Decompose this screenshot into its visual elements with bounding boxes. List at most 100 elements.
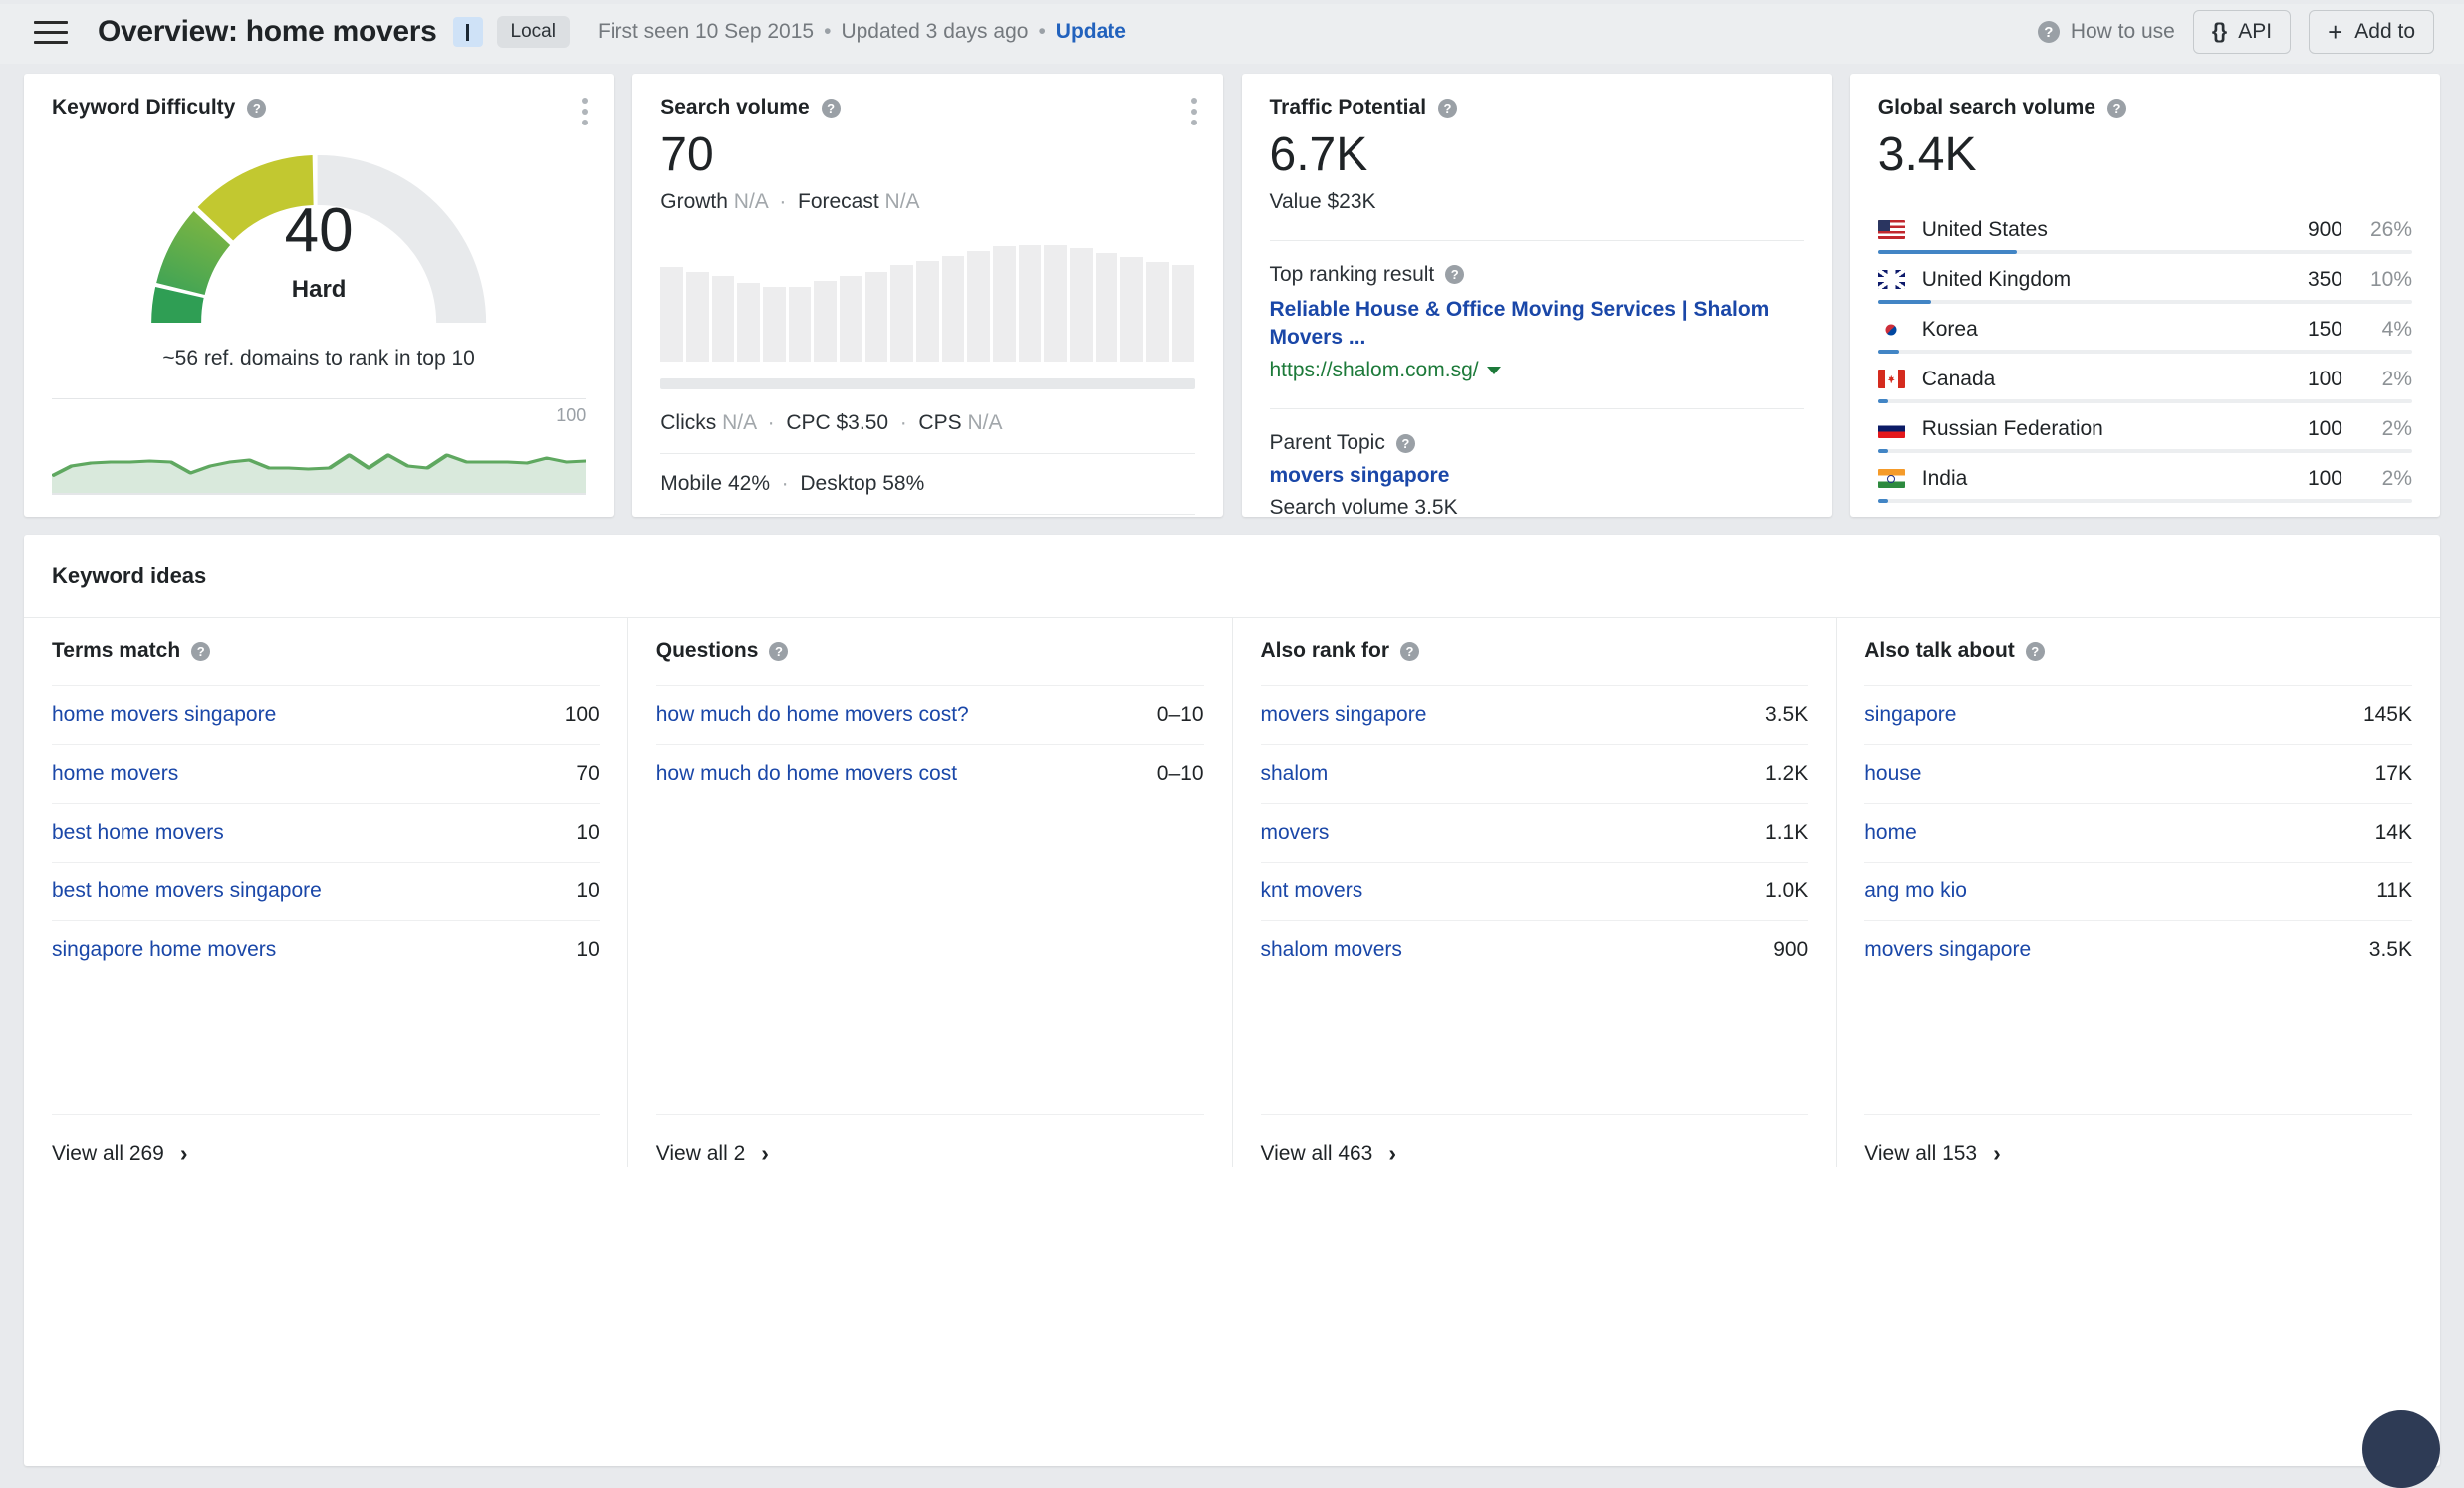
keyword-volume-value: 3.5K — [1765, 703, 1808, 727]
parent-topic-link[interactable]: movers singapore — [1270, 464, 1804, 488]
search-volume-bar[interactable] — [942, 256, 965, 362]
keyword-row[interactable]: movers singapore 3.5K — [1261, 685, 1809, 744]
view-all-link[interactable]: View all 2› — [656, 1114, 1204, 1167]
view-all-link[interactable]: View all 463› — [1261, 1114, 1809, 1167]
keyword-ideas-column-body: movers singapore 3.5K shalom1.2Kmovers1.1K… — [1261, 685, 1809, 1114]
country-row[interactable]: United States90026% — [1878, 218, 2412, 254]
column-heading-label: Also rank for — [1261, 639, 1390, 663]
keyword-row[interactable]: home14K — [1864, 803, 2412, 862]
keyword-term-link[interactable]: how much do home movers cost — [656, 762, 957, 786]
country-percent: 2% — [2342, 417, 2412, 441]
search-volume-bar[interactable] — [789, 287, 812, 361]
search-volume-bar[interactable] — [686, 272, 709, 362]
support-chat-button[interactable] — [2362, 1410, 2440, 1466]
keyword-term-link[interactable]: movers singapore — [1864, 938, 2031, 962]
keyword-term-link[interactable]: how much do home movers cost? — [656, 703, 969, 727]
search-volume-bar[interactable] — [967, 251, 990, 362]
country-flag-chip[interactable] — [453, 17, 483, 47]
search-volume-bar[interactable] — [660, 267, 683, 362]
search-volume-bar[interactable] — [865, 272, 888, 362]
top-ranking-result-url[interactable]: https://shalom.com.sg/ — [1270, 359, 1804, 382]
help-icon[interactable]: ? — [2026, 642, 2045, 661]
search-volume-bar[interactable] — [1096, 253, 1118, 362]
card-menu-icon[interactable] — [582, 98, 588, 125]
help-icon[interactable]: ? — [1400, 642, 1419, 661]
search-volume-bar[interactable] — [1146, 262, 1169, 362]
keyword-row[interactable]: knt movers1.0K — [1261, 862, 1809, 920]
keyword-row[interactable]: ang mo kio11K — [1864, 862, 2412, 920]
keyword-difficulty-title: Keyword Difficulty — [52, 96, 235, 120]
keyword-term-link[interactable]: shalom movers — [1261, 938, 1402, 962]
keyword-term-link[interactable]: house — [1864, 762, 1921, 786]
help-icon[interactable]: ? — [2107, 99, 2126, 118]
search-volume-bar[interactable] — [840, 276, 862, 361]
keyword-row[interactable]: singapore145K — [1864, 685, 2412, 744]
country-row[interactable]: Korea1504% — [1878, 318, 2412, 354]
search-volume-bar[interactable] — [737, 283, 760, 362]
keyword-term-link[interactable]: singapore home movers — [52, 938, 276, 962]
traffic-potential-header: Traffic Potential ? — [1270, 96, 1804, 120]
country-row[interactable]: Canada1002% — [1878, 368, 2412, 403]
keyword-term-link[interactable]: best home movers — [52, 821, 224, 845]
view-all-link[interactable]: View all 269› — [52, 1114, 600, 1167]
hamburger-menu-icon[interactable] — [34, 19, 68, 45]
keyword-term-link[interactable]: knt movers — [1261, 879, 1363, 903]
chevron-down-icon[interactable] — [1487, 367, 1501, 374]
keyword-term-link[interactable]: singapore — [1864, 703, 1956, 727]
keyword-term-link[interactable]: home — [1864, 821, 1917, 845]
help-icon[interactable]: ? — [191, 642, 210, 661]
keyword-term-link[interactable]: home movers singapore — [52, 703, 276, 727]
keyword-row[interactable]: home movers singapore100 — [52, 685, 600, 744]
keyword-row[interactable]: shalom movers900 — [1261, 920, 1809, 979]
keyword-term-link[interactable]: best home movers singapore — [52, 879, 322, 903]
help-icon[interactable]: ? — [1396, 434, 1415, 453]
how-to-use-label: How to use — [2071, 20, 2175, 44]
search-volume-bar[interactable] — [712, 276, 735, 361]
search-volume-bar[interactable] — [763, 287, 786, 361]
top-ranking-result-link[interactable]: Reliable House & Office Moving Services … — [1270, 296, 1804, 351]
keyword-row[interactable]: shalom1.2K — [1261, 744, 1809, 803]
search-volume-bar[interactable] — [993, 246, 1016, 362]
how-to-use-link[interactable]: ? How to use — [2038, 20, 2175, 44]
help-icon[interactable]: ? — [822, 99, 841, 118]
update-link[interactable]: Update — [1056, 20, 1126, 44]
keyword-row[interactable]: singapore home movers10 — [52, 920, 600, 979]
card-menu-icon[interactable] — [1191, 98, 1197, 125]
api-button[interactable]: {} API — [2193, 10, 2291, 54]
search-volume-bar[interactable] — [814, 281, 837, 362]
search-volume-bar[interactable] — [1019, 245, 1042, 362]
country-row[interactable]: Russian Federation1002% — [1878, 417, 2412, 453]
search-volume-bar[interactable] — [1044, 245, 1067, 362]
keyword-row[interactable]: best home movers singapore10 — [52, 862, 600, 920]
search-volume-bar[interactable] — [890, 265, 913, 361]
keyword-term-link[interactable]: movers singapore — [1261, 703, 1427, 727]
keyword-term-link[interactable]: home movers — [52, 762, 178, 786]
keyword-term-link[interactable]: ang mo kio — [1864, 879, 1967, 903]
keyword-row[interactable]: best home movers10 — [52, 803, 600, 862]
search-volume-bar[interactable] — [1120, 257, 1143, 362]
keyword-row[interactable]: house17K — [1864, 744, 2412, 803]
help-icon[interactable]: ? — [247, 99, 266, 118]
chevron-right-icon: › — [761, 1140, 769, 1167]
country-row[interactable]: India1002% — [1878, 467, 2412, 503]
add-to-button[interactable]: + Add to — [2309, 10, 2434, 54]
help-icon[interactable]: ? — [1438, 99, 1457, 118]
card-divider: Parent Topic ? movers singapore Search v… — [1270, 408, 1804, 517]
view-all-link[interactable]: View all 153› — [1864, 1114, 2412, 1167]
keyword-term-link[interactable]: movers — [1261, 821, 1330, 845]
help-icon[interactable]: ? — [1445, 265, 1464, 284]
help-icon[interactable]: ? — [769, 642, 788, 661]
view-all-label: View all 463 — [1261, 1142, 1373, 1166]
keyword-row[interactable]: movers singapore3.5K — [1864, 920, 2412, 979]
keyword-row[interactable]: how much do home movers cost?0–10 — [656, 685, 1204, 744]
search-volume-bar[interactable] — [1070, 248, 1093, 361]
country-row[interactable]: United Kingdom35010% — [1878, 268, 2412, 304]
keyword-row[interactable]: movers1.1K — [1261, 803, 1809, 862]
search-volume-bar[interactable] — [916, 261, 939, 362]
country-row-content: United Kingdom35010% — [1878, 268, 2412, 300]
search-volume-scrollbar[interactable] — [660, 378, 1194, 389]
keyword-row[interactable]: how much do home movers cost0–10 — [656, 744, 1204, 803]
search-volume-bar[interactable] — [1172, 265, 1195, 361]
keyword-term-link[interactable]: shalom — [1261, 762, 1329, 786]
keyword-row[interactable]: home movers70 — [52, 744, 600, 803]
